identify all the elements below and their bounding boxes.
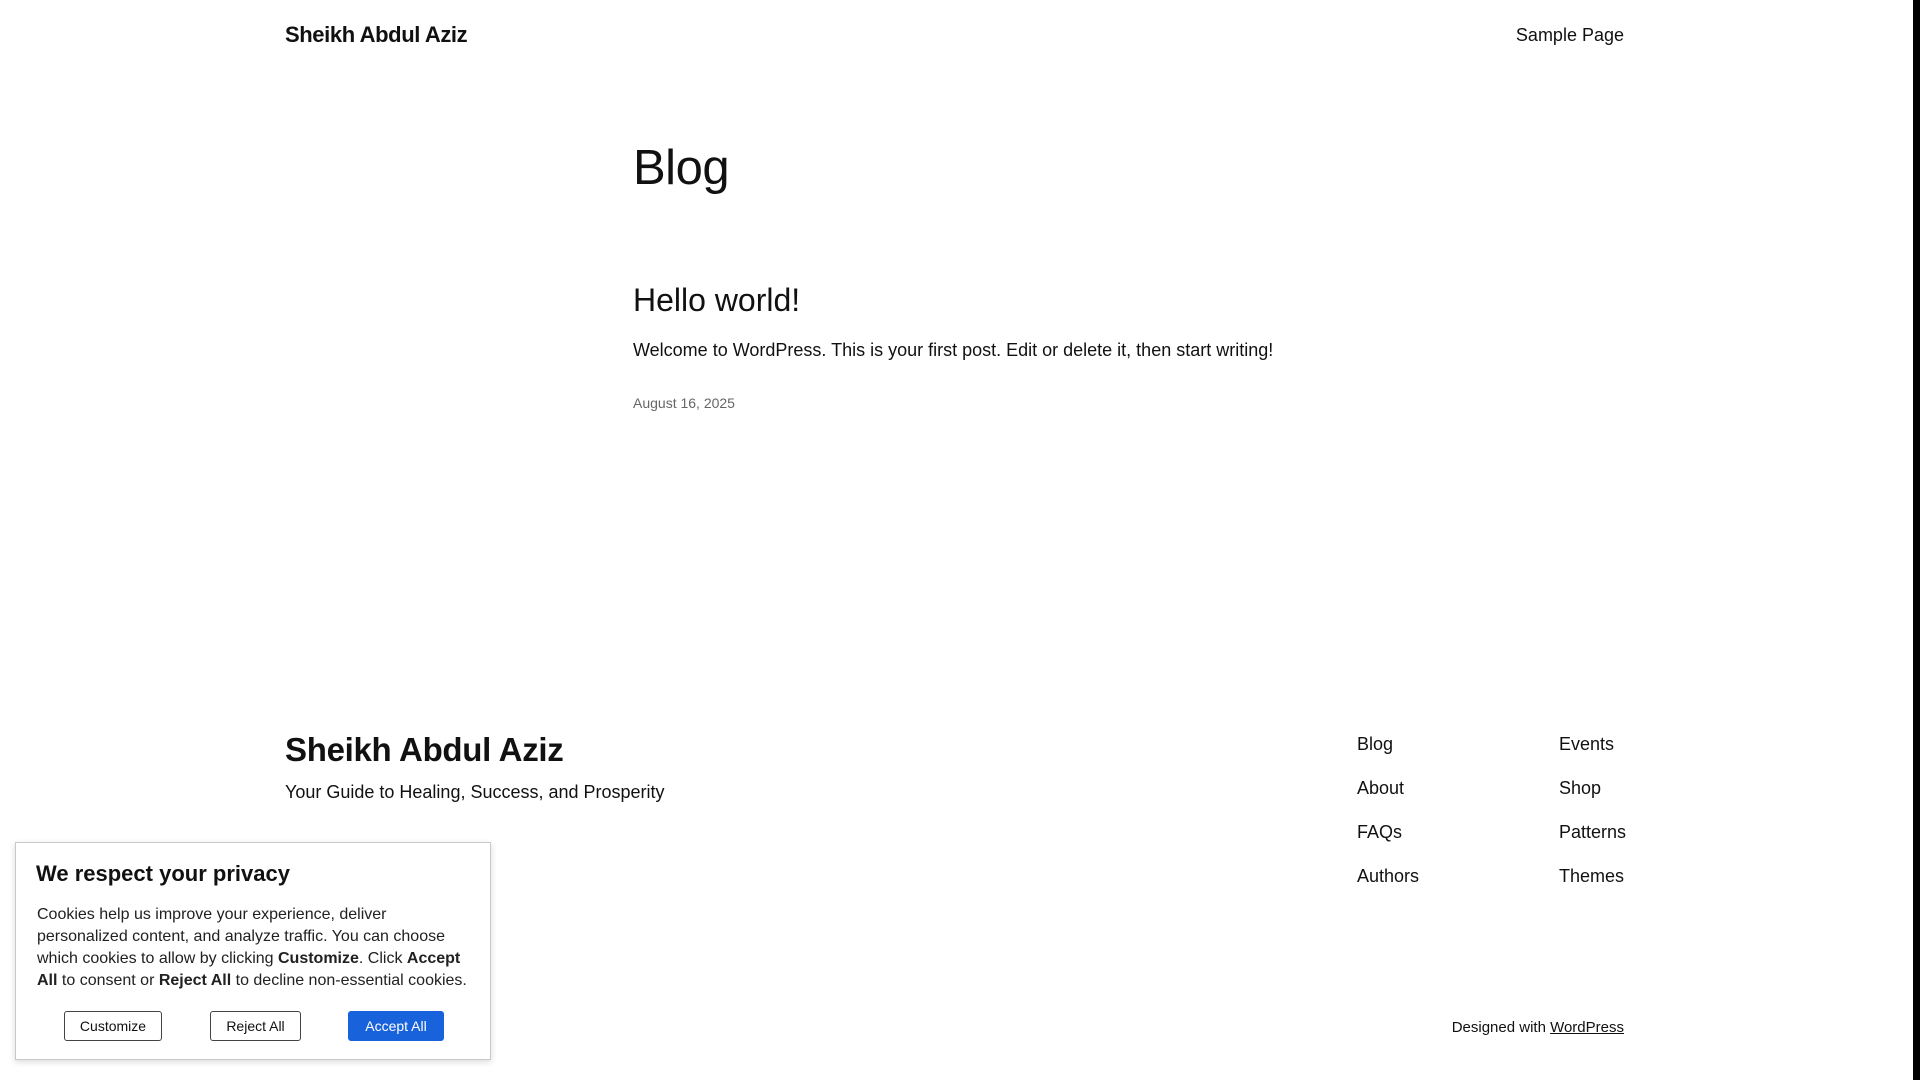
footer-brand: Sheikh Abdul Aziz Your Guide to Healing,… [285,730,665,803]
site-header: Sheikh Abdul Aziz Sample Page [285,20,1624,50]
designed-with-credit: Designed with WordPress [1452,1019,1624,1036]
cookie-text-customize-emphasis: Customize [278,950,359,967]
cookie-banner-text: Cookies help us improve your experience,… [37,904,477,992]
footer-link-faqs[interactable]: FAQs [1357,821,1419,843]
page-title: Blog [633,141,730,195]
cookie-banner-title: We respect your privacy [36,861,290,886]
footer-nav-column-2: Events Shop Patterns Themes [1559,733,1626,909]
footer-site-title[interactable]: Sheikh Abdul Aziz [285,730,665,770]
footer-tagline: Your Guide to Healing, Success, and Pros… [285,782,665,802]
accept-all-button[interactable]: Accept All [348,1011,444,1041]
site-title-link[interactable]: Sheikh Abdul Aziz [285,22,468,48]
post-title-link[interactable]: Hello world! [633,282,800,319]
designed-with-text: Designed with [1451,1019,1546,1036]
footer-link-shop[interactable]: Shop [1559,777,1626,799]
footer-link-patterns[interactable]: Patterns [1559,821,1626,843]
window-scrollbar[interactable] [1913,0,1920,1080]
nav-item-sample-page[interactable]: Sample Page [1516,25,1624,46]
footer-link-authors[interactable]: Authors [1357,865,1419,887]
cookie-text-part: to decline non-essential cookies. [231,972,467,989]
cookie-text-part: to consent or [57,972,159,989]
footer-link-events[interactable]: Events [1559,733,1626,755]
cookie-text-part: . Click [358,950,407,967]
customize-button[interactable]: Customize [64,1011,162,1041]
cookie-text-reject-emphasis: Reject All [158,972,232,989]
page: Sheikh Abdul Aziz Sample Page Blog Hello… [0,0,1913,1080]
main-content: Blog Hello world! Welcome to WordPress. … [633,138,1433,411]
footer-link-about[interactable]: About [1357,777,1419,799]
footer-nav-column-1: Blog About FAQs Authors [1357,733,1419,909]
footer-link-themes[interactable]: Themes [1559,865,1626,887]
post-excerpt: Welcome to WordPress. This is your first… [633,340,1274,360]
post-date-link[interactable]: August 16, 2025 [633,395,735,411]
wordpress-link[interactable]: WordPress [1550,1019,1624,1036]
cookie-consent-banner: We respect your privacy Cookies help us … [15,842,491,1060]
reject-all-button[interactable]: Reject All [210,1011,301,1041]
footer-link-blog[interactable]: Blog [1357,733,1419,755]
